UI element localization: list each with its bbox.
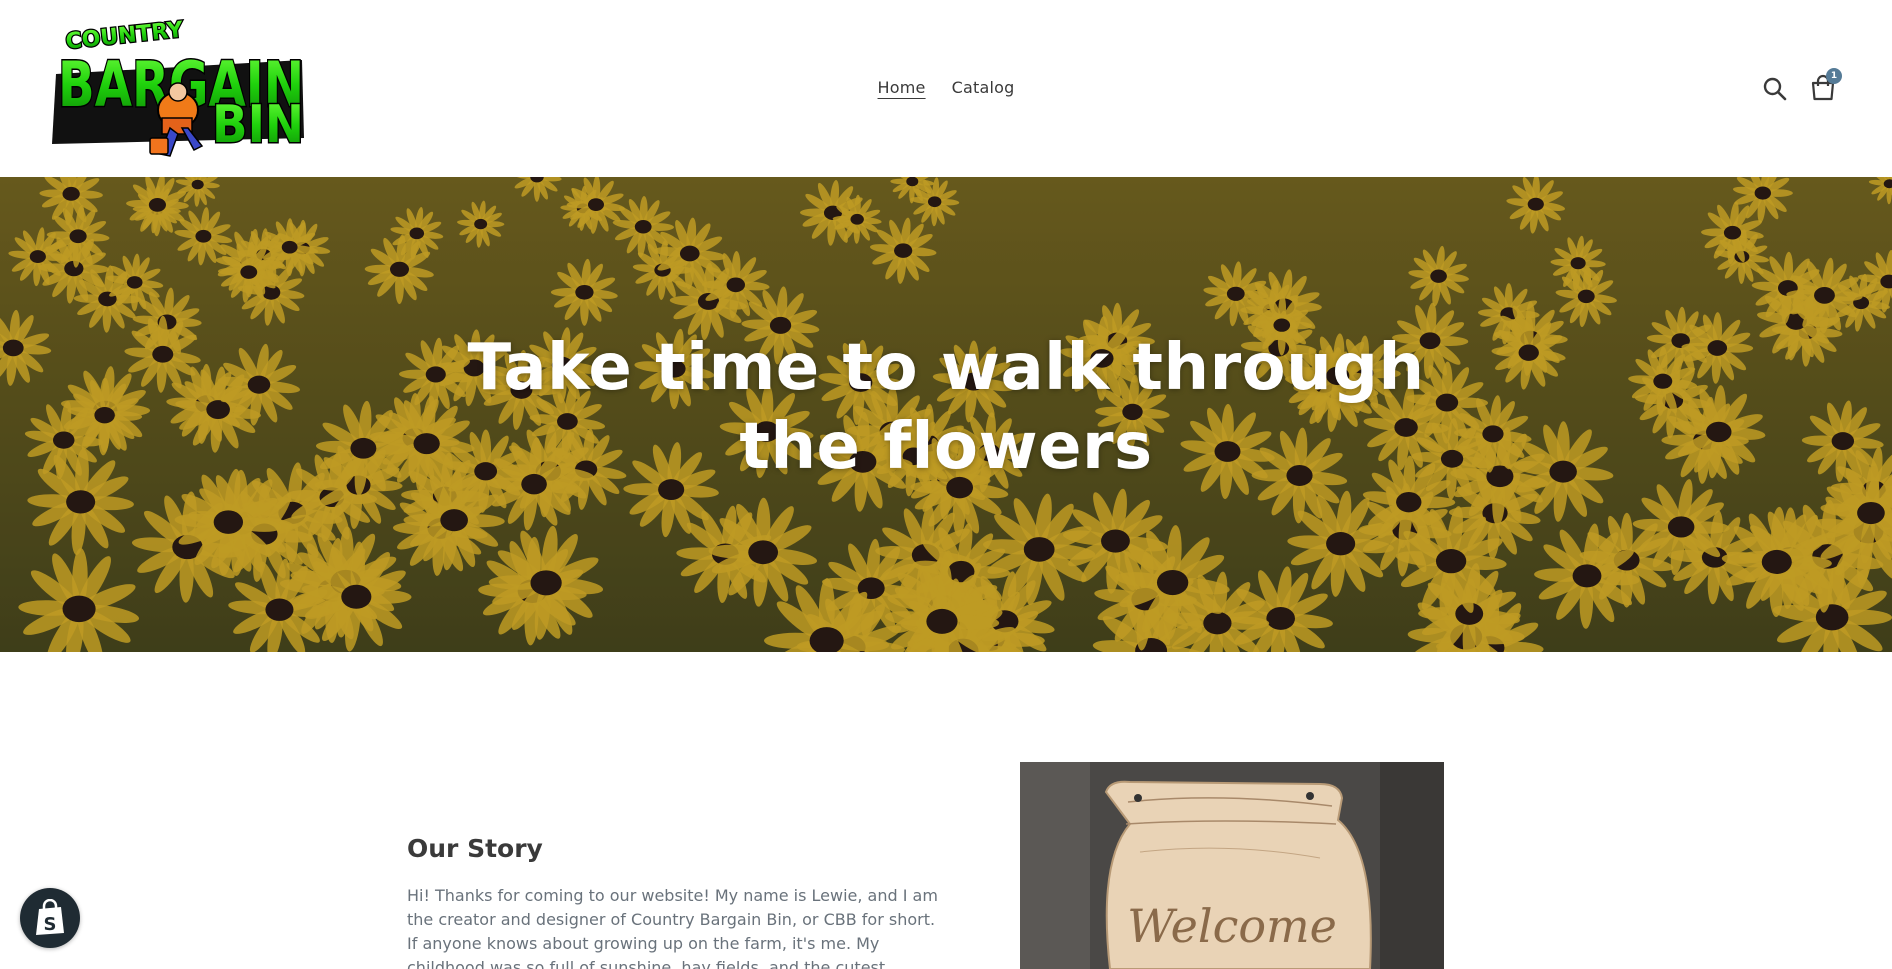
story-text: Hi! Thanks for coming to our website! My… <box>407 886 938 969</box>
story-image: Welcome <box>1020 762 1444 969</box>
nav-item-catalog[interactable]: Catalog <box>952 78 1015 97</box>
svg-text:S: S <box>44 914 57 935</box>
hero-title: Take time to walk through the flowers <box>467 331 1425 484</box>
search-icon[interactable] <box>1762 76 1788 102</box>
main-nav: Home Catalog <box>0 78 1892 97</box>
hero-banner: Take time to walk through the flowers <box>0 177 1892 652</box>
site-header: COUNTRY BARGAIN BIN Home Catalog <box>0 0 1892 177</box>
shopify-bag-icon[interactable]: S <box>20 888 80 948</box>
nav-item-home[interactable]: Home <box>878 78 926 97</box>
cart-count-badge[interactable]: 1 <box>1826 68 1842 84</box>
story-image-sign-text: Welcome <box>1127 899 1337 953</box>
story-heading: Our Story <box>407 834 543 863</box>
logo-main-text-2: BIN <box>212 95 304 155</box>
